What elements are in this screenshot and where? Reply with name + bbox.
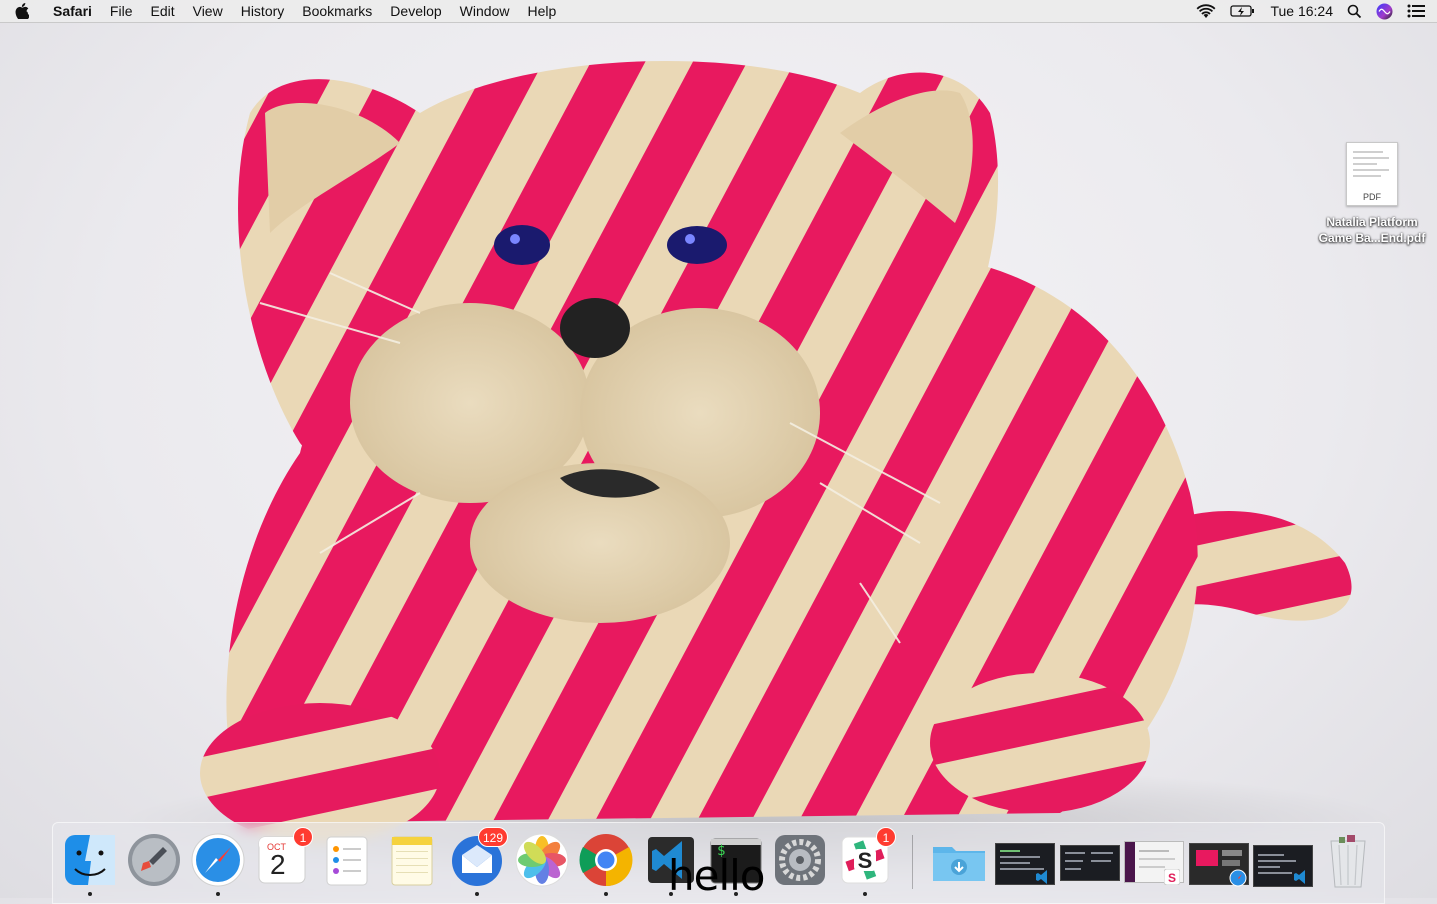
menu-bar: Safari File Edit View History Bookmarks … xyxy=(0,0,1437,23)
vscode-badge-icon xyxy=(1294,870,1305,884)
menu-help[interactable]: Help xyxy=(518,0,565,22)
menu-app-safari[interactable]: Safari xyxy=(44,0,101,22)
menu-bookmarks[interactable]: Bookmarks xyxy=(293,0,381,22)
photos-flower-icon xyxy=(515,833,569,887)
dock: OCT 2 1 129 $ hello S 1 S xyxy=(52,822,1385,904)
notes-icon xyxy=(391,836,433,886)
wifi-icon[interactable] xyxy=(1196,3,1216,19)
running-indicator xyxy=(863,892,867,896)
running-indicator xyxy=(216,892,220,896)
running-indicator xyxy=(88,892,92,896)
trash-icon xyxy=(1330,835,1366,888)
svg-text:S: S xyxy=(1168,871,1176,885)
slack-badge: 1 xyxy=(876,827,896,847)
dock-vscode[interactable] xyxy=(642,831,700,896)
dock-trash[interactable] xyxy=(1319,831,1377,889)
gear-icon xyxy=(775,835,825,885)
desktop-pdf-file[interactable]: PDF Natalia Platform Game Ba...End.pdf xyxy=(1312,142,1432,246)
running-indicator xyxy=(475,892,479,896)
dock-minimized-window-terminal[interactable] xyxy=(1060,831,1120,889)
running-indicator xyxy=(734,892,738,896)
dock-reminders[interactable] xyxy=(318,831,376,889)
vscode-badge-icon xyxy=(1036,870,1047,884)
vscode-icon xyxy=(648,837,694,883)
menu-develop[interactable]: Develop xyxy=(381,0,450,22)
dock-minimized-window-editor[interactable] xyxy=(995,831,1055,889)
reminders-list-icon xyxy=(326,836,368,886)
finder-icon xyxy=(65,835,115,885)
chrome-icon xyxy=(579,834,633,887)
running-indicator xyxy=(669,892,673,896)
notification-center-icon[interactable] xyxy=(1407,4,1425,18)
dock-launchpad[interactable] xyxy=(125,831,183,889)
menu-edit[interactable]: Edit xyxy=(141,0,183,22)
mail-unread-badge: 129 xyxy=(477,827,508,847)
running-indicator xyxy=(604,892,608,896)
downloads-folder-icon xyxy=(933,847,985,881)
dock-separator xyxy=(912,835,913,889)
safari-compass-icon xyxy=(191,833,245,887)
dock-calendar[interactable]: OCT 2 1 xyxy=(253,827,313,889)
calendar-day: 2 xyxy=(270,849,286,880)
dock-safari[interactable] xyxy=(189,831,247,896)
pdf-file-icon: PDF xyxy=(1346,142,1398,206)
menu-view[interactable]: View xyxy=(184,0,232,22)
dock-downloads-folder[interactable] xyxy=(930,831,988,889)
menu-file[interactable]: File xyxy=(101,0,142,22)
dock-minimized-window-editor-2[interactable] xyxy=(1253,831,1313,889)
apple-menu-icon[interactable] xyxy=(0,3,44,19)
rocket-icon xyxy=(128,834,180,886)
battery-charging-icon[interactable] xyxy=(1230,4,1256,18)
terminal-icon xyxy=(710,838,762,884)
dock-mail[interactable]: 129 xyxy=(448,827,508,896)
dock-finder[interactable] xyxy=(61,831,119,896)
desktop-wallpaper-cat xyxy=(120,60,1400,883)
window-thumbnail xyxy=(1060,845,1120,881)
calendar-badge: 1 xyxy=(293,827,313,847)
siri-icon[interactable] xyxy=(1376,3,1393,20)
dock-terminal[interactable]: $ xyxy=(707,831,765,896)
dock-photos[interactable] xyxy=(513,831,571,889)
desktop-file-name: Natalia Platform Game Ba...End.pdf xyxy=(1318,215,1426,245)
dock-system-preferences[interactable] xyxy=(771,831,829,889)
spotlight-search-icon[interactable] xyxy=(1347,4,1362,19)
dock-notes[interactable] xyxy=(383,831,441,889)
safari-badge-icon xyxy=(1229,869,1247,887)
dock-slack[interactable]: S 1 xyxy=(836,827,896,896)
menubar-clock[interactable]: Tue 16:24 xyxy=(1270,3,1333,19)
svg-text:S: S xyxy=(858,848,873,873)
slack-badge-icon: S xyxy=(1164,869,1180,885)
menu-history[interactable]: History xyxy=(232,0,294,22)
dock-minimized-window-safari[interactable] xyxy=(1189,831,1249,889)
menu-window[interactable]: Window xyxy=(451,0,519,22)
dock-minimized-window-slack[interactable]: S xyxy=(1124,831,1184,889)
terminal-prompt: $ xyxy=(717,843,726,859)
dock-chrome[interactable] xyxy=(577,831,635,896)
